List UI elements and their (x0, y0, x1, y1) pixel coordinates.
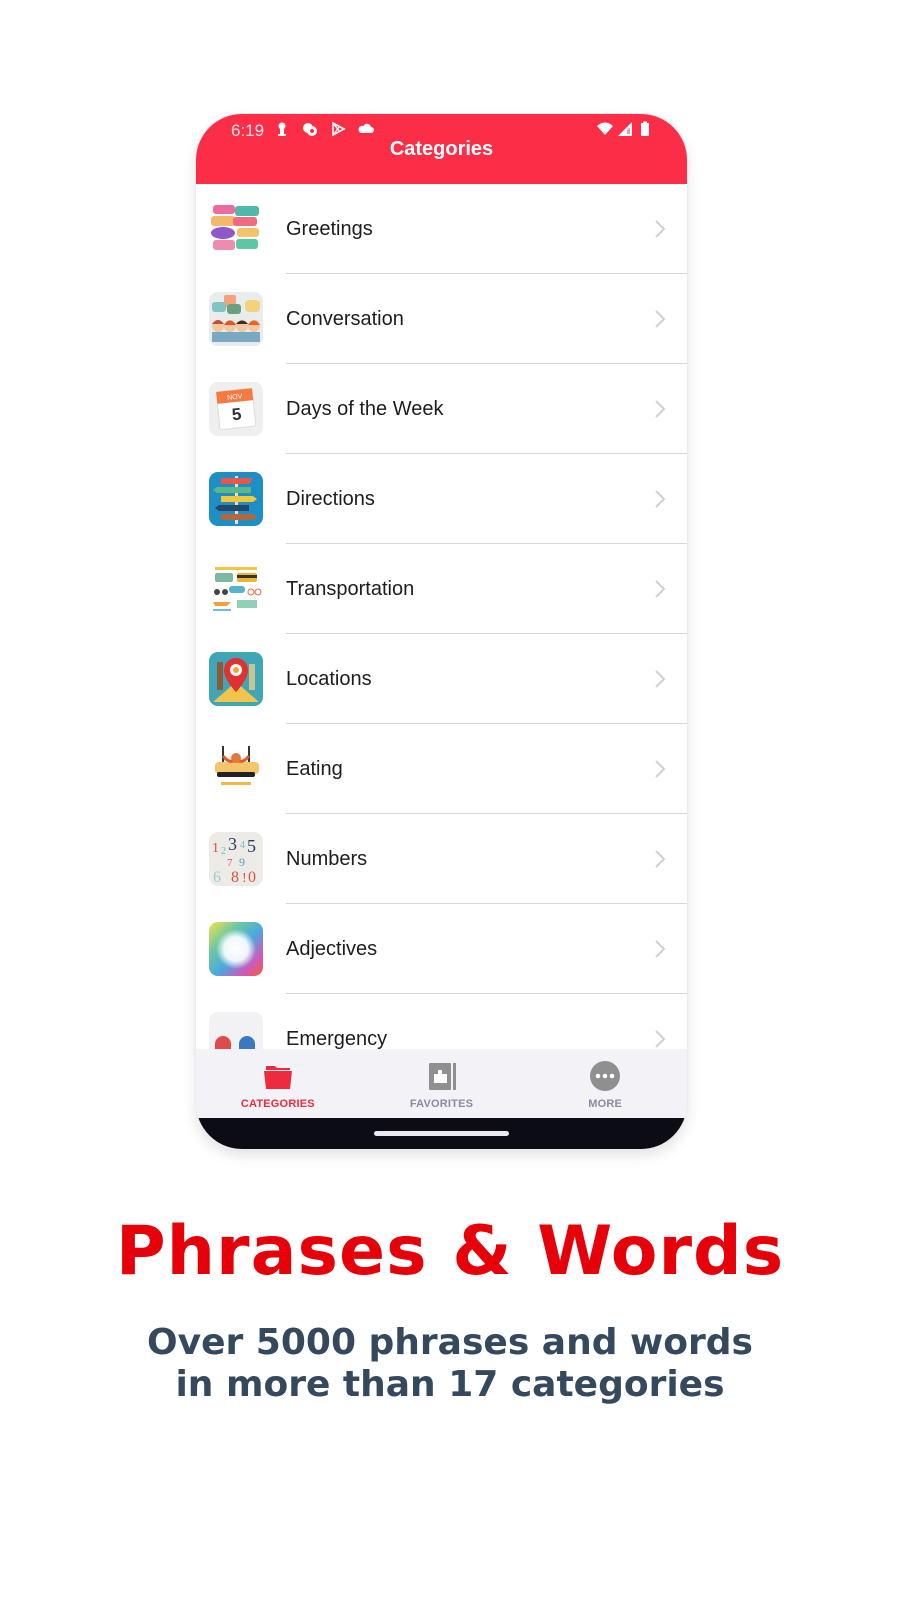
svg-text:3: 3 (228, 834, 237, 854)
wifi-icon (597, 122, 613, 135)
promo-subline-line-2: in more than 17 categories (175, 1364, 725, 1405)
folder-icon (263, 1066, 292, 1089)
category-label: Directions (286, 488, 375, 510)
category-row-days-of-the-week[interactable]: NOV 5 Days of the Week (196, 364, 687, 454)
category-row-adjectives[interactable]: Adjectives (196, 904, 687, 994)
category-row-transportation[interactable]: Transportation (196, 544, 687, 634)
promo-subline: Over 5000 phrases and words in more than… (0, 1322, 900, 1406)
svg-text:2: 2 (221, 846, 226, 857)
signpost-thumbnail (209, 472, 263, 526)
keyhole-notification-icon (278, 122, 286, 136)
svg-text:!: ! (242, 871, 247, 886)
chevron-right-icon (655, 220, 666, 238)
play-store-icon (332, 121, 346, 137)
favorites-book-icon (428, 1063, 456, 1090)
app-bar: 6:19 Categories (196, 114, 687, 184)
svg-text:0: 0 (248, 869, 256, 886)
status-system-icons (597, 121, 653, 137)
category-label: Transportation (286, 578, 415, 600)
bottom-tab-bar: CATEGORIES FAVORITES MORE (196, 1049, 687, 1118)
signal-icon (618, 122, 632, 136)
vehicles-thumbnail (209, 562, 263, 616)
category-row-numbers[interactable]: 1 2 3 4 5 7 9 6 8 ! 0 Numbers (196, 814, 687, 904)
battery-icon (641, 121, 649, 136)
category-row-eating[interactable]: Eating (196, 724, 687, 814)
category-list[interactable]: Greetings Conversation NOV 5 Days of the… (196, 184, 687, 1084)
chevron-right-icon (655, 1030, 666, 1048)
category-row-conversation[interactable]: Conversation (196, 274, 687, 364)
eating-thumbnail (209, 742, 263, 796)
map-pin-thumbnail (209, 652, 263, 706)
category-label: Greetings (286, 218, 373, 240)
page-title: Categories (389, 138, 494, 160)
svg-text:6: 6 (213, 869, 221, 886)
chevron-right-icon (655, 580, 666, 598)
category-label: Conversation (286, 308, 404, 330)
tab-more[interactable]: MORE (523, 1049, 687, 1118)
category-label: Locations (286, 668, 372, 690)
tab-categories[interactable]: CATEGORIES (196, 1049, 360, 1118)
more-dots-icon (590, 1061, 621, 1091)
chevron-right-icon (655, 670, 666, 688)
category-label: Adjectives (286, 938, 378, 960)
cloud-icon (358, 123, 374, 133)
chevron-right-icon (655, 760, 666, 778)
svg-text:4: 4 (240, 840, 245, 851)
chevron-right-icon (655, 310, 666, 328)
calendar-day: 5 (231, 405, 242, 425)
svg-text:1: 1 (212, 841, 219, 856)
svg-text:5: 5 (247, 836, 256, 856)
category-row-greetings[interactable]: Greetings (196, 184, 687, 274)
promo-headline: Phrases & Words (115, 1212, 785, 1291)
svg-text:8: 8 (231, 869, 239, 886)
numbers-thumbnail: 1 2 3 4 5 7 9 6 8 ! 0 (209, 832, 263, 886)
rainbow-thumbnail (209, 922, 263, 976)
category-label: Numbers (286, 848, 368, 870)
status-notification-icons (274, 121, 374, 137)
chevron-right-icon (655, 940, 666, 958)
system-navigation-bar (196, 1118, 687, 1149)
category-row-locations[interactable]: Locations (196, 634, 687, 724)
chat-bubble-notification-icon (303, 123, 317, 136)
tab-favorites[interactable]: FAVORITES (360, 1049, 524, 1118)
greetings-thumbnail (209, 202, 263, 256)
promo-subline-line-1: Over 5000 phrases and words (147, 1322, 753, 1363)
chevron-right-icon (655, 850, 666, 868)
conversation-thumbnail (209, 292, 263, 346)
category-label: Eating (286, 758, 343, 780)
category-row-directions[interactable]: Directions (196, 454, 687, 544)
chevron-right-icon (655, 490, 666, 508)
category-label: Days of the Week (286, 398, 444, 420)
tab-label: MORE (588, 1098, 623, 1110)
svg-text:7: 7 (227, 857, 233, 869)
phone-frame: 6:19 Categories Greetings Conversation N… (196, 114, 687, 1149)
tab-label: FAVORITES (409, 1098, 474, 1110)
calendar-thumbnail: NOV 5 (209, 382, 263, 436)
svg-text:9: 9 (239, 855, 245, 869)
tab-label: CATEGORIES (240, 1098, 315, 1110)
chevron-right-icon (655, 400, 666, 418)
home-gesture-handle[interactable] (374, 1131, 509, 1136)
